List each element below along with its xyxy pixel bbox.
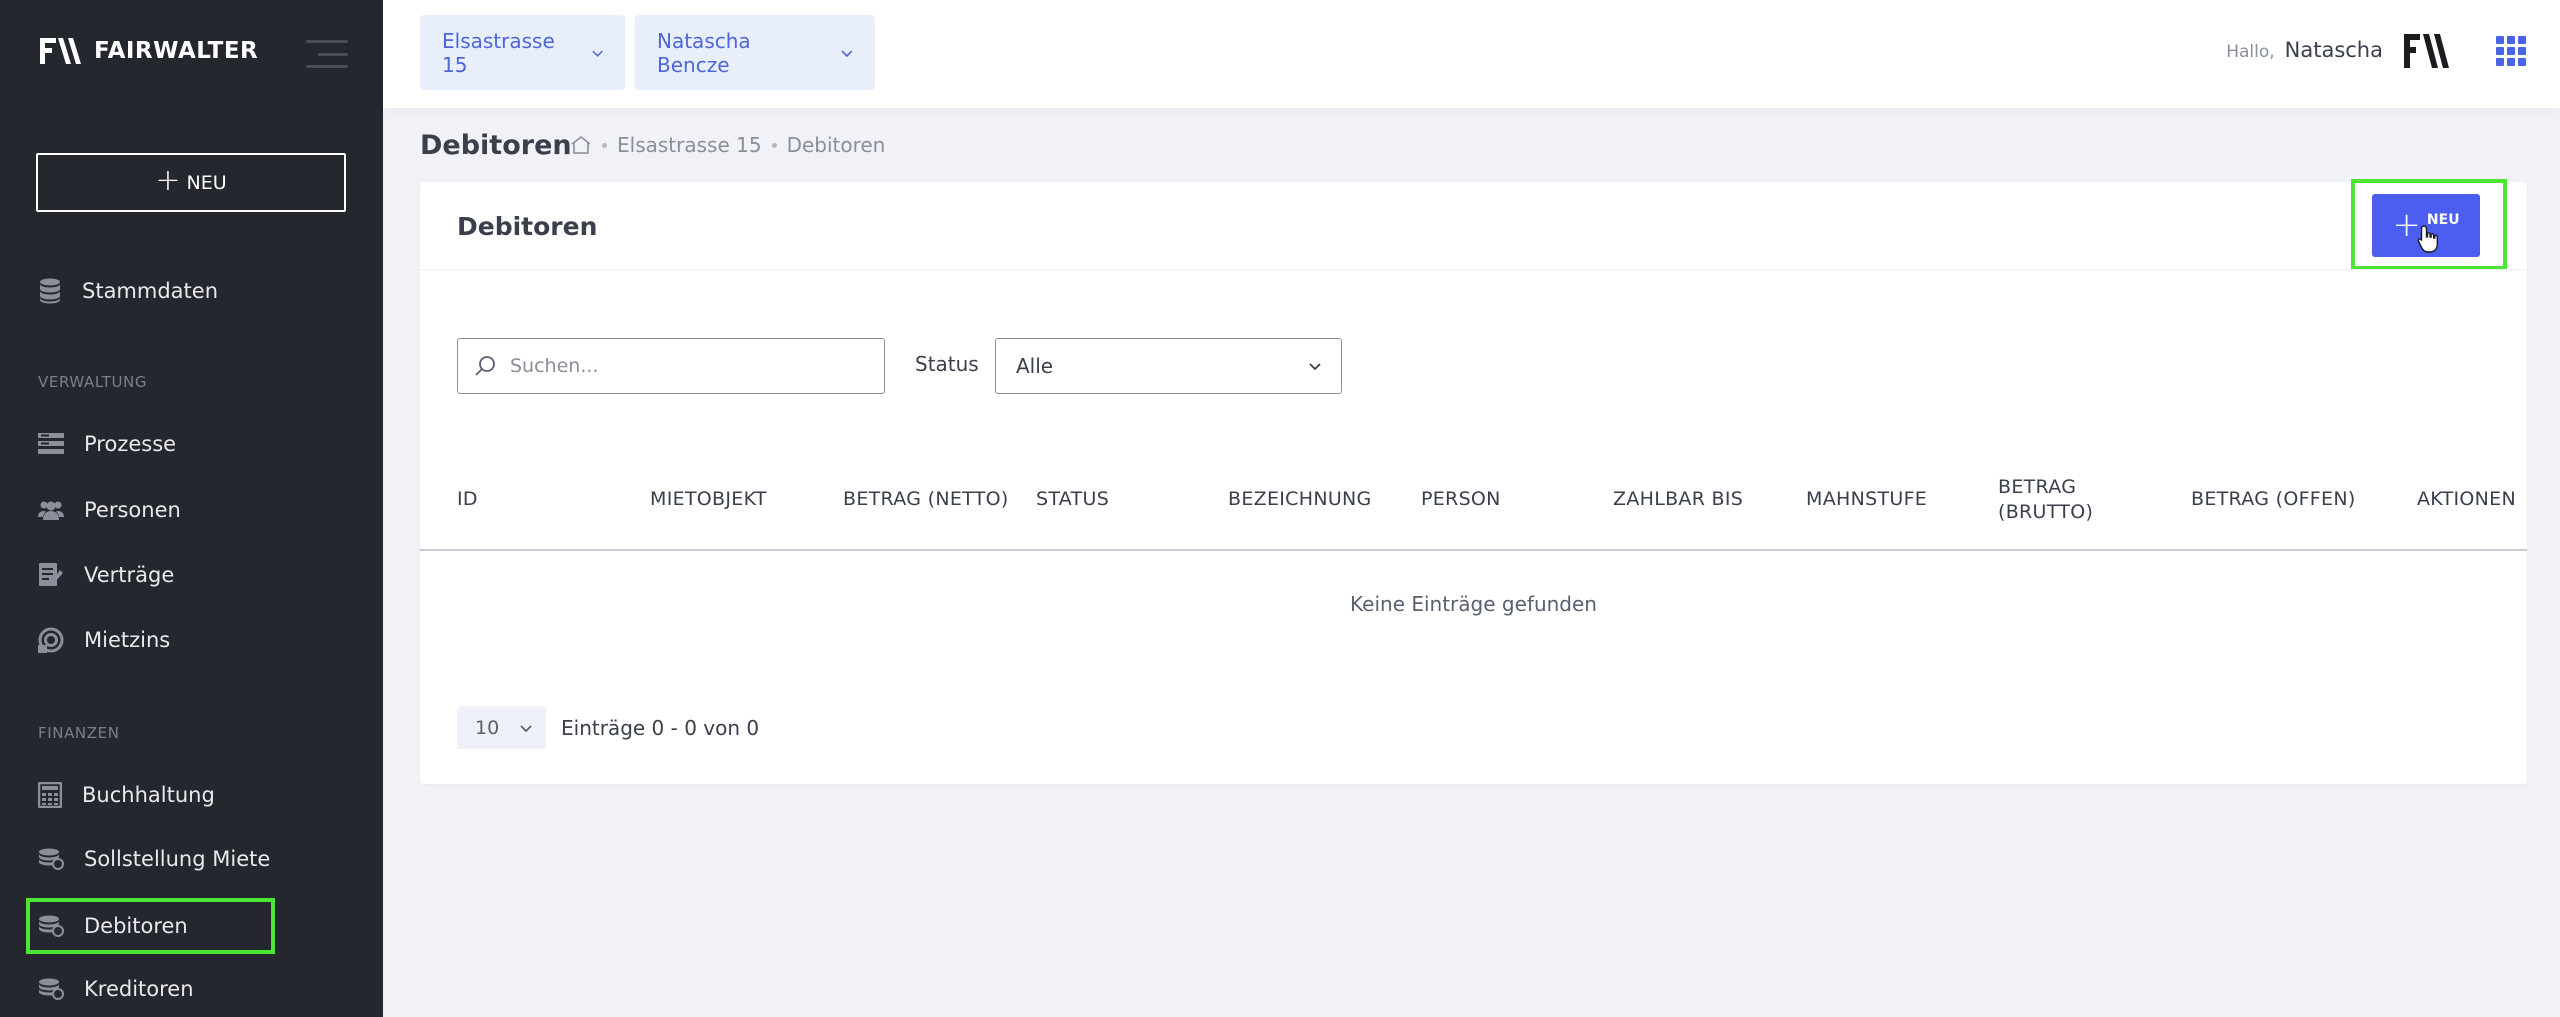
people-icon — [38, 501, 64, 520]
column-status[interactable]: STATUS — [1036, 467, 1109, 532]
sidebar-new-label: NEU — [186, 171, 227, 194]
sidebar-item-sollstellung-miete[interactable]: Sollstellung Miete — [38, 839, 338, 879]
sidebar-item-label: Verträge — [84, 563, 175, 587]
breadcrumb-separator — [602, 142, 607, 148]
card-title: Debitoren — [457, 212, 598, 241]
column-betrag-brutto[interactable]: BETRAG (BRUTTO) — [1998, 467, 2108, 532]
debitoren-card: Debitoren + NEU Status Alle ID MIETOBJEK… — [420, 179, 2527, 784]
sidebar-item-personen[interactable]: Personen — [38, 490, 338, 530]
sidebar-new-button[interactable]: + NEU — [36, 153, 346, 212]
logo-text: FAIRWALTER — [94, 38, 259, 64]
breadcrumb-current: Debitoren — [786, 133, 886, 157]
sidebar-item-label: Debitoren — [84, 914, 188, 938]
sidebar-item-buchhaltung[interactable]: Buchhaltung — [38, 775, 338, 815]
process-icon — [38, 433, 64, 454]
sidebar-item-label: Prozesse — [84, 432, 177, 456]
logo[interactable]: FAIRWALTER — [40, 36, 258, 66]
sidebar-item-debitoren[interactable]: Debitoren — [26, 898, 275, 954]
sidebar-item-label: Buchhaltung — [82, 783, 215, 807]
column-id[interactable]: ID — [457, 467, 478, 532]
page-size-value: 10 — [475, 716, 500, 739]
chevron-down-icon — [841, 49, 853, 57]
sidebar-item-prozesse[interactable]: Prozesse — [38, 424, 338, 464]
apps-grid-icon[interactable] — [2496, 36, 2526, 66]
hand-cursor-icon — [2417, 225, 2438, 253]
coins-stack-icon — [39, 848, 64, 870]
calculator-icon — [38, 782, 62, 808]
column-betrag-netto[interactable]: BETRAG (NETTO) — [843, 467, 1009, 532]
coins-stack-icon — [39, 978, 64, 1000]
sidebar: FAIRWALTER + NEU Stammdaten VERWALTUNG P… — [0, 0, 383, 1017]
search-field[interactable] — [457, 338, 885, 394]
page-title: Debitoren — [420, 130, 572, 161]
menu-toggle-icon[interactable] — [306, 40, 348, 68]
status-select-value: Alle — [1016, 354, 1054, 378]
sidebar-item-stammdaten[interactable]: Stammdaten — [38, 271, 338, 311]
column-bezeichnung[interactable]: BEZEICHNUNG — [1228, 467, 1372, 532]
divider — [420, 269, 2527, 270]
sidebar-item-vertraege[interactable]: Verträge — [38, 555, 338, 595]
search-icon — [475, 356, 495, 376]
breadcrumb-separator — [771, 142, 777, 148]
page-size-select[interactable]: 10 — [457, 706, 546, 749]
sidebar-item-label: Stammdaten — [82, 279, 219, 303]
breadcrumb-property[interactable]: Elsastrasse 15 — [617, 133, 762, 157]
empty-state: Keine Einträge gefunden — [1350, 592, 1597, 616]
section-verwaltung: VERWALTUNG — [38, 373, 148, 391]
breadcrumb: Elsastrasse 15 Debitoren — [570, 133, 885, 157]
chevron-down-icon — [592, 50, 603, 57]
section-finanzen: FINANZEN — [38, 724, 120, 742]
fairwalter-avatar-icon — [2404, 34, 2449, 68]
search-input[interactable] — [510, 355, 870, 377]
database-icon — [40, 278, 60, 304]
user-greeting: Hallo, Natascha — [2226, 38, 2383, 62]
user-name[interactable]: Natascha — [2285, 38, 2383, 62]
sidebar-item-mietzins[interactable]: Mietzins — [38, 620, 338, 660]
table-divider — [420, 549, 2527, 551]
sidebar-item-label: Kreditoren — [84, 977, 194, 1001]
contract-icon — [39, 563, 63, 586]
column-person[interactable]: PERSON — [1421, 467, 1501, 532]
column-mietobjekt[interactable]: MIETOBJEKT — [650, 467, 767, 532]
column-zahlbar-bis[interactable]: ZAHLBAR BIS — [1613, 467, 1743, 532]
property-select-value: Elsastrasse 15 — [442, 28, 555, 77]
sidebar-item-label: Mietzins — [84, 628, 171, 652]
chevron-down-icon — [1309, 363, 1321, 371]
status-select[interactable]: Alle — [995, 338, 1342, 394]
topbar: Elsastrasse 15 Natascha Bencze Hallo, Na… — [383, 0, 2560, 108]
sidebar-item-kreditoren[interactable]: Kreditoren — [38, 969, 338, 1009]
coins-icon — [38, 627, 64, 653]
person-select-value: Natascha Bencze — [657, 28, 751, 77]
plus-icon: + — [155, 163, 181, 198]
coins-stack-icon — [39, 915, 64, 937]
column-aktionen: AKTIONEN — [2417, 488, 2516, 511]
status-label: Status — [915, 352, 979, 376]
sidebar-item-label: Sollstellung Miete — [84, 847, 271, 871]
property-select[interactable]: Elsastrasse 15 — [420, 15, 625, 90]
column-betrag-offen[interactable]: BETRAG (OFFEN) — [2191, 467, 2356, 532]
home-icon[interactable] — [570, 135, 592, 155]
person-select[interactable]: Natascha Bencze — [635, 15, 875, 90]
fairwalter-logo-icon — [40, 38, 81, 64]
column-mahnstufe[interactable]: MAHNSTUFE — [1806, 467, 1927, 532]
avatar[interactable] — [2404, 30, 2450, 76]
chevron-down-icon — [520, 724, 532, 732]
greeting-text: Hallo, — [2226, 42, 2275, 62]
table-header: ID MIETOBJEKT BETRAG (NETTO) STATUS BEZE… — [420, 467, 2527, 532]
pagination-info: Einträge 0 - 0 von 0 — [561, 716, 760, 740]
sidebar-item-label: Personen — [84, 498, 181, 522]
